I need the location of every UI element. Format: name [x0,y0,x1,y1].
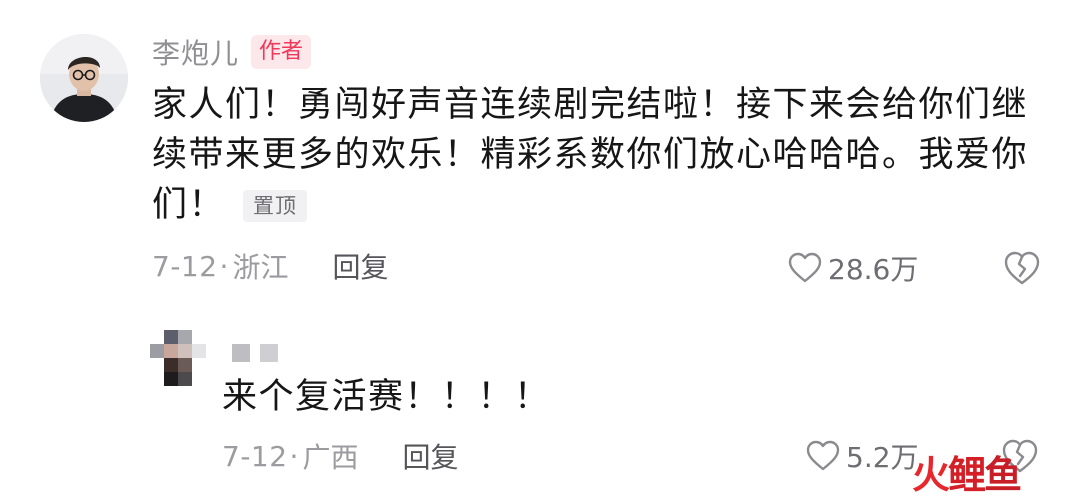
comment-date: 7-12 [152,249,218,283]
meta-separator: · [289,439,299,473]
reply-author-name-redacted[interactable] [232,344,278,362]
broken-heart-icon [1004,251,1040,285]
watermark-char: 火 [912,453,950,497]
reply-button[interactable]: 回复 [332,246,388,286]
reply-like-count: 5.2万 [846,441,919,474]
like-button[interactable]: 28.6万 [788,246,918,290]
reply-like-button[interactable]: 5.2万 [806,434,919,478]
author-avatar[interactable] [40,34,128,122]
comment-location: 浙江 [232,251,289,284]
watermark-logo: 火 鲤 鱼 [912,452,1022,498]
comment-text: 家人们！勇闯好声音连续剧完结啦！接下来会给你们继续带来更多的欢乐！精彩系数你们放… [152,80,1032,230]
reply-reply-button[interactable]: 回复 [402,436,458,476]
like-count: 28.6万 [828,253,919,286]
reply-location: 广西 [302,441,359,474]
comment-meta: 7-12 · 浙江 回复 [152,244,388,288]
author-badge: 作者 [251,35,312,69]
meta-separator: · [219,249,229,283]
reply-text: 来个复活赛！！！！ [222,377,551,417]
reply-avatar[interactable] [150,330,206,386]
dislike-button[interactable] [1002,248,1042,288]
author-name[interactable]: 李炮儿 [152,32,239,72]
heart-outline-icon [806,440,840,471]
reply-meta: 7-12 · 广西 回复 [222,434,458,478]
pinned-badge: 置顶 [243,190,308,222]
watermark-char: 鱼 [984,453,1022,497]
reply-date: 7-12 [222,439,288,473]
watermark-char: 鲤 [948,453,986,497]
heart-outline-icon [788,252,822,283]
